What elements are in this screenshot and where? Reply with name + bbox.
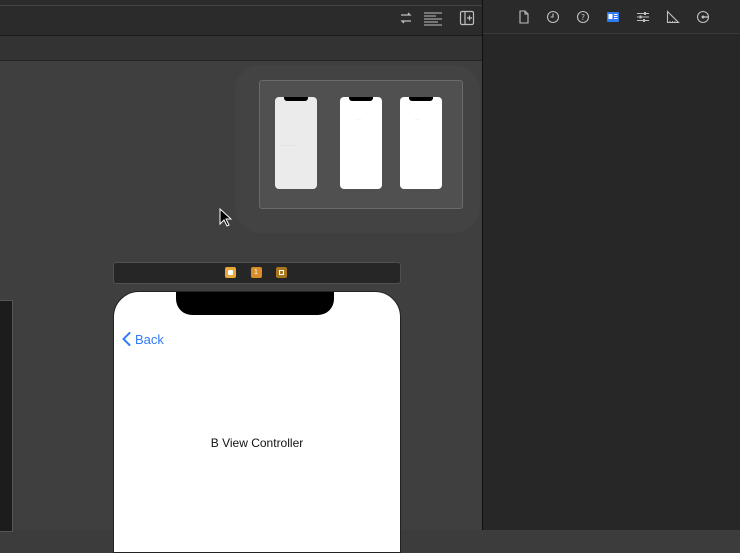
svg-text:?: ? (581, 13, 585, 22)
align-lines-icon[interactable] (423, 10, 443, 26)
history-inspector-icon[interactable] (546, 10, 560, 24)
connections-inspector-icon[interactable] (696, 10, 710, 24)
minimap-scene-title: · · · (414, 117, 419, 121)
identity-inspector-icon[interactable] (606, 10, 620, 24)
editor-toolbar (0, 0, 482, 36)
mouse-pointer-icon (219, 208, 232, 227)
minimap-scene-2[interactable]: · · · · · (340, 97, 382, 189)
minimap-scene-title: · · · (356, 117, 361, 121)
back-button-label: Back (135, 331, 164, 347)
minimap-notch (409, 97, 433, 101)
minimap-scene-body: · · · · · · · · · (281, 143, 297, 147)
minimap-notch (349, 97, 373, 101)
b-view-controller-scene[interactable]: Back B View Controller (113, 291, 401, 553)
minimap-scene-link: · · (358, 141, 361, 145)
adjacent-scene-edge[interactable] (0, 300, 13, 532)
device-notch (176, 292, 334, 315)
size-inspector-icon[interactable] (666, 10, 680, 24)
add-editor-icon[interactable] (459, 10, 475, 26)
quick-help-inspector-icon[interactable]: ? (576, 10, 590, 24)
storyboard-minimap[interactable]: · · · · · · · · · · · · · · · · · (259, 80, 463, 209)
toolbar-top-strip (0, 0, 482, 6)
inspector-tab-bar: ? (483, 0, 740, 34)
first-responder-icon[interactable]: 1 (251, 267, 262, 278)
attributes-inspector-icon[interactable] (636, 10, 650, 24)
view-controller-icon[interactable] (225, 267, 236, 278)
minimap-scene-3[interactable]: · · · (400, 97, 442, 189)
minimap-scene-1[interactable]: · · · · · · · · · (275, 97, 317, 189)
exit-icon[interactable] (276, 267, 287, 278)
file-inspector-icon[interactable] (517, 10, 531, 24)
scene-dock: 1 (113, 262, 401, 284)
minimap-notch (284, 97, 308, 101)
chevron-left-icon (122, 332, 131, 346)
inspector-pane: ? (483, 0, 740, 530)
jump-bar[interactable] (0, 36, 482, 61)
view-title-label[interactable]: B View Controller (114, 436, 400, 450)
swap-arrows-icon[interactable] (398, 10, 414, 26)
back-button[interactable]: Back (122, 330, 164, 348)
